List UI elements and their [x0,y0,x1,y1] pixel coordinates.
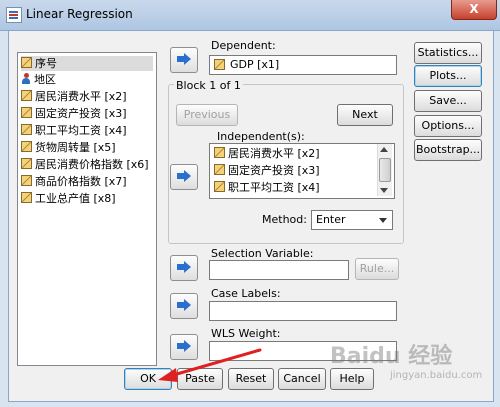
scroll-up-icon[interactable] [380,147,388,152]
independent-list[interactable]: 居民消费水平 [x2] 固定资产投资 [x3] 职工平均工资 [x4] [209,143,395,199]
ruler-icon [21,107,32,118]
ruler-icon [214,147,225,158]
cancel-button[interactable]: Cancel [278,368,326,390]
dependent-value: GDP [x1] [230,58,280,71]
options-button[interactable]: Options... [414,115,482,137]
app-icon [6,7,22,23]
close-button[interactable]: X [451,0,497,20]
ruler-icon [214,181,225,192]
move-dependent-button[interactable] [170,47,198,73]
ruler-icon [21,90,32,101]
wls-label: WLS Weight: [211,327,281,340]
independent-item[interactable]: 固定资产投资 [x3] [214,163,320,179]
variable-item[interactable]: 货物周转量 [x5] [21,140,153,155]
dependent-field[interactable]: GDP [x1] [209,55,397,75]
window-title: Linear Regression [26,7,133,21]
variable-list[interactable]: 序号 地区 居民消费水平 [x2] 固定资产投资 [x3] 职工平均工资 [x4… [17,52,157,366]
variable-item[interactable]: 居民消费价格指数 [x6] [21,157,153,172]
ruler-icon [21,192,32,203]
independent-item[interactable]: 职工平均工资 [x4] [214,180,320,196]
statistics-button[interactable]: Statistics... [414,42,482,64]
ruler-icon [214,164,225,175]
right-arrow-icon [177,170,191,182]
variable-item[interactable]: 固定资产投资 [x3] [21,106,153,121]
variable-item[interactable]: 商品价格指数 [x7] [21,174,153,189]
dependent-label: Dependent: [211,39,276,52]
ruler-icon [21,124,32,135]
right-arrow-icon [177,53,191,65]
right-arrow-icon [177,261,191,273]
bootstrap-button[interactable]: Bootstrap... [414,139,482,161]
plots-button[interactable]: Plots... [414,65,482,87]
annotation-arrow [158,348,262,382]
independent-label: Independent(s): [217,130,305,143]
variable-item[interactable]: 序号 [21,56,153,71]
variable-item[interactable]: 地区 [21,72,153,87]
move-independent-button[interactable] [170,164,198,190]
person-icon [21,73,31,84]
previous-button[interactable]: Previous [176,104,238,126]
variable-item[interactable]: 职工平均工资 [x4] [21,123,153,138]
scroll-down-icon[interactable] [380,188,388,193]
ruler-icon [21,57,32,68]
ruler-icon [214,59,225,70]
case-labels-field[interactable] [209,301,397,321]
rule-button[interactable]: Rule... [355,258,399,280]
next-button[interactable]: Next [337,104,393,126]
method-label: Method: [262,213,307,226]
save-button[interactable]: Save... [414,90,482,112]
ruler-icon [21,175,32,186]
block-label: Block 1 of 1 [174,79,243,92]
case-labels-label: Case Labels: [211,287,281,300]
independent-item[interactable]: 居民消费水平 [x2] [214,146,320,162]
variable-item[interactable]: 居民消费水平 [x2] [21,89,153,104]
method-select[interactable]: Enter [311,210,393,230]
move-case-labels-button[interactable] [170,293,198,319]
right-arrow-icon [177,299,191,311]
move-selection-button[interactable] [170,255,198,281]
variable-item[interactable]: 工业总产值 [x8] [21,191,153,206]
watermark-url: jingyan.baidu.com [390,370,483,381]
chevron-down-icon [379,218,387,223]
ruler-icon [21,141,32,152]
ruler-icon [21,158,32,169]
selection-field[interactable] [209,260,349,280]
selection-label: Selection Variable: [211,247,314,260]
scroll-thumb[interactable] [379,158,391,182]
method-value: Enter [316,213,346,226]
